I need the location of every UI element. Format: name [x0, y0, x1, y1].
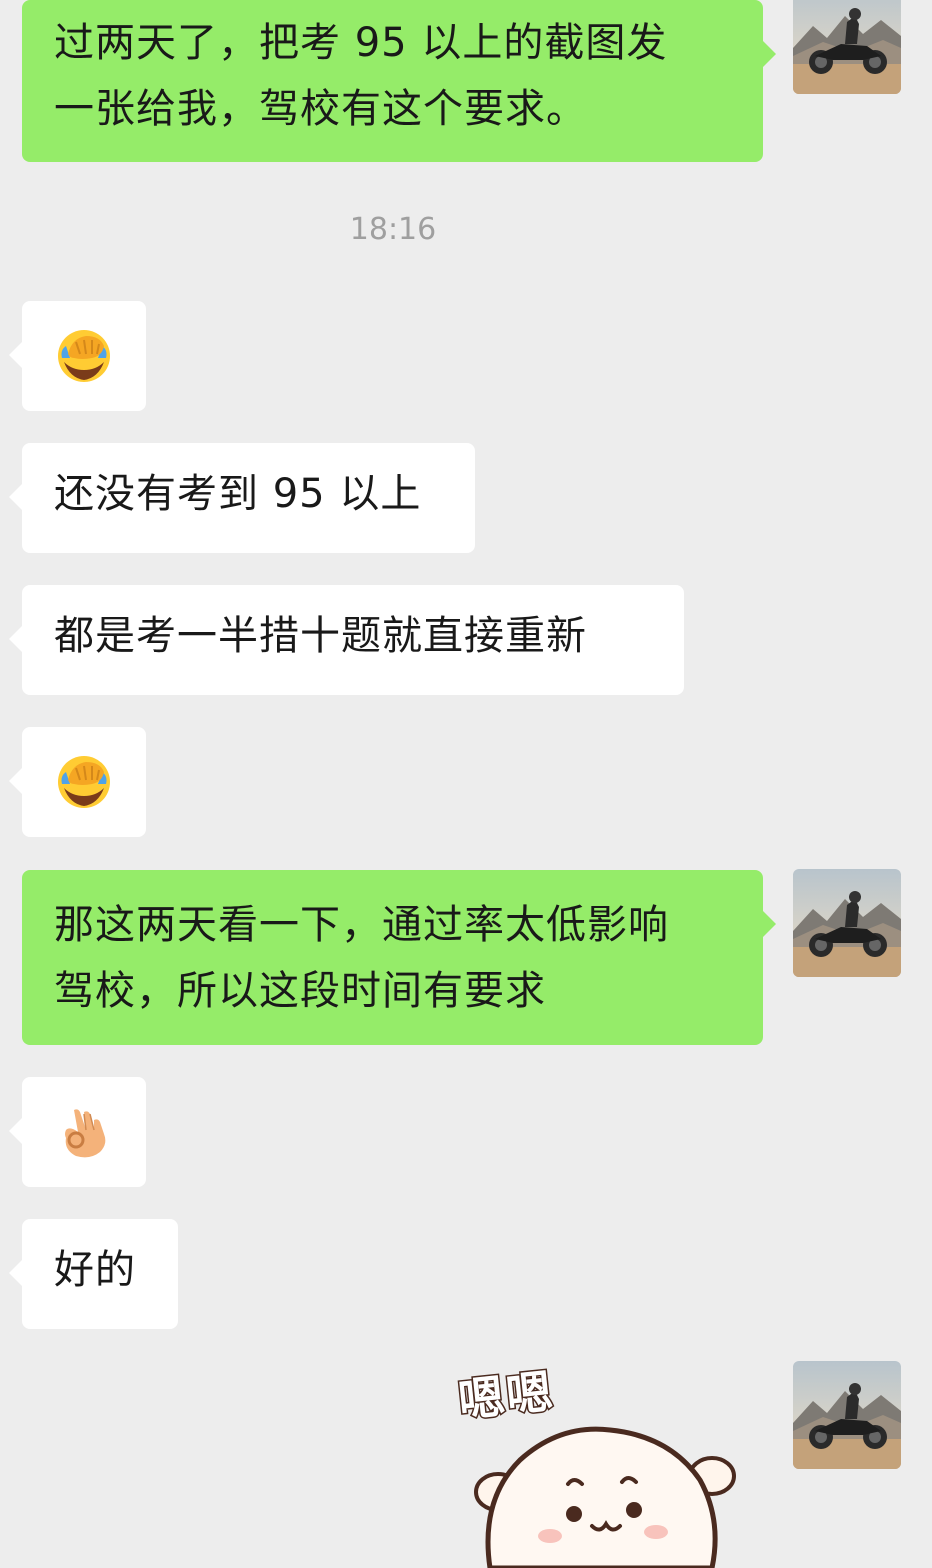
outgoing-message-bubble[interactable]: 那这两天看一下，通过率太低影响 驾校，所以这段时间有要求	[22, 870, 776, 1045]
outgoing-message-bubble[interactable]: 过两天了，把考 95 以上的截图发 一张给我，驾校有这个要求。	[22, 0, 776, 162]
facepalm-emoji	[58, 756, 110, 808]
message-text-line: 过两天了，把考 95 以上的截图发	[54, 20, 668, 66]
incoming-message-bubble[interactable]: 好的	[9, 1219, 178, 1329]
message-text: 还没有考到 95 以上	[54, 471, 422, 517]
message-text-line: 驾校，所以这段时间有要求	[54, 968, 546, 1014]
lamb-sticker-image	[474, 1426, 736, 1568]
motorcycle-avatar-icon	[793, 869, 901, 977]
incoming-message-bubble[interactable]	[9, 1077, 146, 1187]
message-text-line: 一张给我，驾校有这个要求。	[54, 86, 587, 132]
ok-hand-emoji	[65, 1109, 106, 1158]
incoming-message-bubble[interactable]: 还没有考到 95 以上	[9, 443, 475, 553]
nod-sticker[interactable]: 嗯嗯	[450, 1360, 750, 1568]
incoming-message-bubble[interactable]	[9, 301, 146, 411]
chat-window: 过两天了，把考 95 以上的截图发 一张给我，驾校有这个要求。 18:16 还没…	[0, 0, 932, 1568]
user-avatar[interactable]	[793, 869, 901, 977]
message-text: 都是考一半措十题就直接重新	[54, 613, 587, 659]
message-text-line: 那这两天看一下，通过率太低影响	[54, 902, 669, 948]
incoming-message-bubble[interactable]	[9, 727, 146, 837]
message-text: 好的	[54, 1247, 136, 1293]
incoming-message-bubble[interactable]: 都是考一半措十题就直接重新	[9, 585, 684, 695]
motorcycle-avatar-icon	[793, 1361, 901, 1469]
user-avatar[interactable]	[793, 1361, 901, 1469]
facepalm-emoji	[58, 330, 110, 382]
user-avatar[interactable]	[793, 0, 901, 94]
motorcycle-avatar-icon	[793, 0, 901, 94]
timestamp: 18:16	[349, 212, 437, 247]
